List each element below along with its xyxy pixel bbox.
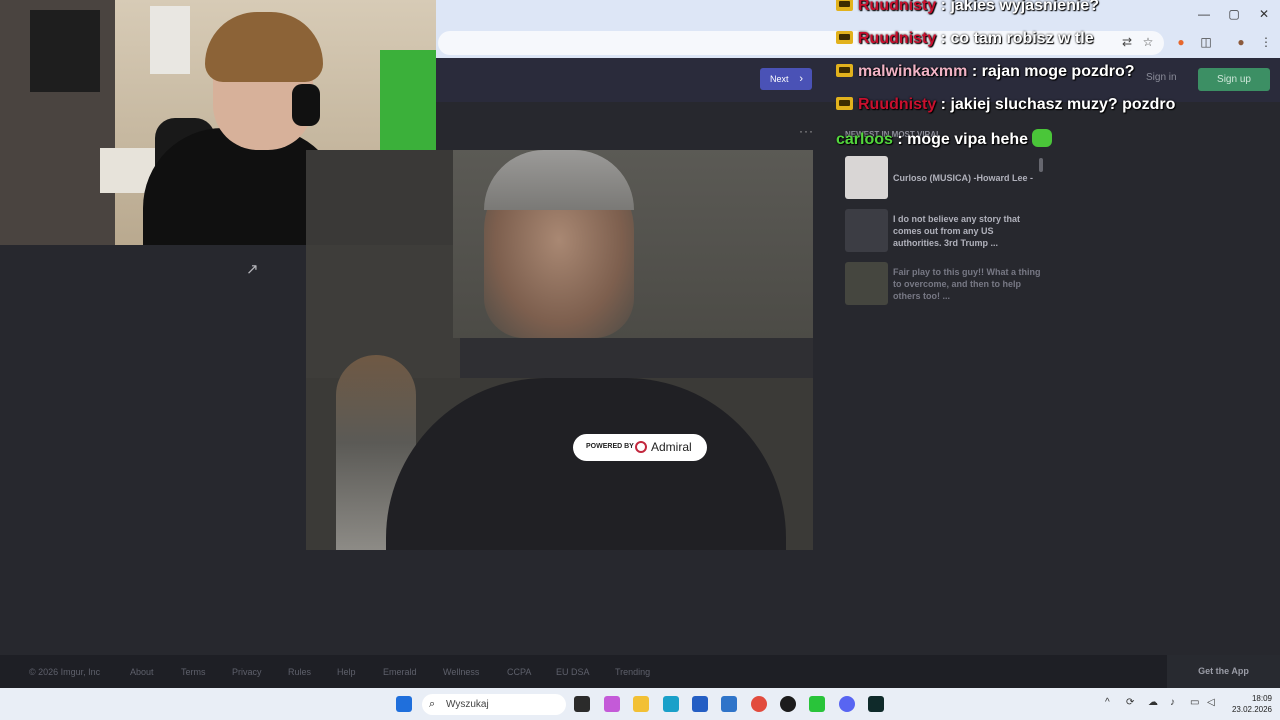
chat-username: Ruudnisty: [858, 0, 937, 14]
outlook-icon[interactable]: [721, 696, 737, 712]
chat-message: carloos : moge vipa hehe: [836, 129, 1280, 157]
chat-username: carloos: [836, 131, 893, 148]
footer-link-eu-dsa[interactable]: EU DSA: [556, 667, 590, 677]
store-icon[interactable]: [692, 696, 708, 712]
obs-icon[interactable]: [780, 696, 796, 712]
chat-message: Ruudnisty : jakiej sluchasz muzy? pozdro: [836, 96, 1280, 124]
chrome-icon[interactable]: [751, 696, 767, 712]
share-arrow-icon[interactable]: ↗: [246, 260, 259, 278]
chat-text: : moge vipa hehe: [897, 131, 1029, 148]
taskbar-clock[interactable]: 18:09 23.02.2026: [1228, 693, 1272, 715]
search-icon: ⌕: [429, 698, 436, 710]
microphone-icon[interactable]: ♪: [1170, 697, 1175, 708]
start-icon[interactable]: [396, 696, 412, 712]
chat-message: malwinkaxmm : rajan moge pozdro?: [836, 63, 1280, 91]
emote-icon: [1032, 129, 1053, 147]
post-thumbnail: [845, 156, 888, 199]
footer-link-terms[interactable]: Terms: [181, 667, 206, 677]
footer-link-about[interactable]: About: [130, 667, 154, 677]
crown-badge-icon: [836, 64, 853, 77]
volume-icon[interactable]: ◁: [1207, 697, 1215, 708]
get-the-app-button[interactable]: Get the App: [1167, 655, 1280, 688]
post-title: Curloso (MUSICA) -Howard Lee -: [893, 173, 1034, 183]
footer-link-trending[interactable]: Trending: [615, 667, 650, 677]
footer-link-privacy[interactable]: Privacy: [232, 667, 262, 677]
sidebar-post-item[interactable]: Curloso (MUSICA) -Howard Lee -: [845, 156, 1045, 202]
copyright-text: © 2026 Imgur, Inc: [29, 667, 101, 677]
post-thumbnail: [845, 209, 888, 252]
admiral-brand-label: Admiral: [651, 440, 692, 454]
crown-badge-icon: [836, 0, 853, 11]
chevron-right-icon: ›: [799, 73, 803, 85]
site-footer: © 2026 Imgur, Inc About Terms Privacy Ru…: [0, 655, 1280, 688]
chat-text: : co tam robisz w tle: [940, 30, 1094, 47]
crown-badge-icon: [836, 97, 853, 110]
footer-link-rules[interactable]: Rules: [288, 667, 311, 677]
task-view-icon[interactable]: [574, 696, 590, 712]
admiral-badge[interactable]: POWERED BY Admiral: [573, 434, 707, 461]
sidebar-post-item[interactable]: I do not believe any story that comes ou…: [845, 209, 1045, 255]
chat-message: Ruudnisty : jakies wyjasnienie?: [836, 0, 1280, 25]
clock-date: 23.02.2026: [1231, 705, 1272, 714]
sync-icon[interactable]: ⟳: [1126, 697, 1134, 708]
chat-text: : jakiej sluchasz muzy? pozdro: [940, 96, 1176, 113]
cloud-icon[interactable]: ☁: [1148, 697, 1158, 708]
footer-link-ccpa[interactable]: CCPA: [507, 667, 531, 677]
more-options-icon[interactable]: ···: [799, 124, 814, 138]
kick-icon[interactable]: [809, 696, 825, 712]
terminal-app-icon[interactable]: [868, 696, 884, 712]
search-placeholder: Wyszukaj: [446, 699, 489, 710]
post-title: Fair play to this guy!! What a thing to …: [893, 267, 1041, 301]
network-icon[interactable]: ▭: [1190, 697, 1199, 708]
admiral-logo-icon: [635, 441, 647, 453]
chat-message: Ruudnisty : co tam robisz w tle: [836, 30, 1280, 58]
post-image[interactable]: [306, 150, 813, 550]
post-thumbnail: [845, 262, 888, 305]
post-title: I do not believe any story that comes ou…: [893, 214, 1021, 248]
chat-username: Ruudnisty: [858, 30, 937, 47]
chat-text: : jakies wyjasnienie?: [940, 0, 1099, 14]
next-button-label: Next: [770, 74, 789, 84]
taskbar-search-input[interactable]: ⌕ Wyszukaj: [422, 694, 566, 715]
powered-by-label: POWERED BY: [586, 443, 634, 450]
discord-icon[interactable]: [839, 696, 855, 712]
chat-username: malwinkaxmm: [858, 63, 968, 80]
file-explorer-icon[interactable]: [633, 696, 649, 712]
copilot-icon[interactable]: [604, 696, 620, 712]
footer-link-help[interactable]: Help: [337, 667, 356, 677]
crown-badge-icon: [836, 31, 853, 44]
clock-time: 18:09: [1251, 694, 1272, 703]
chat-text: : rajan moge pozdro?: [971, 63, 1135, 80]
chat-username: Ruudnisty: [858, 96, 937, 113]
footer-link-emerald[interactable]: Emerald: [383, 667, 417, 677]
footer-link-wellness[interactable]: Wellness: [443, 667, 479, 677]
edge-icon[interactable]: [663, 696, 679, 712]
sidebar-post-item[interactable]: Fair play to this guy!! What a thing to …: [845, 262, 1045, 308]
next-button[interactable]: Next ›: [760, 68, 812, 90]
chevron-up-icon[interactable]: ^: [1105, 697, 1110, 708]
